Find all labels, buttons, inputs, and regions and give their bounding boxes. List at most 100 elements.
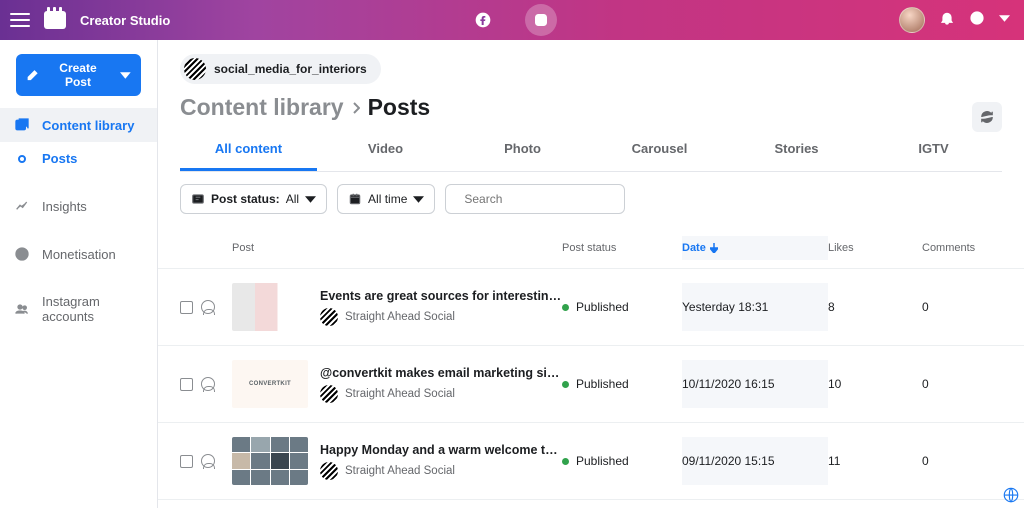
table-row[interactable]: Happy Monday and a warm welcome to all n… (158, 422, 1024, 499)
comments-cell: 0 (922, 300, 1012, 314)
monetisation-icon (14, 246, 30, 262)
post-thumbnail (232, 437, 308, 485)
tab-all-content[interactable]: All content (180, 131, 317, 171)
page-avatar (320, 308, 338, 326)
tab-stories[interactable]: Stories (728, 131, 865, 171)
post-status-filter[interactable]: Post status: All (180, 184, 327, 214)
tab-video[interactable]: Video (317, 131, 454, 171)
sidebar-item-insights[interactable]: Insights (0, 189, 157, 223)
search-box[interactable] (445, 184, 625, 214)
create-post-button[interactable]: Create Post (16, 54, 141, 96)
page-name: Straight Ahead Social (345, 388, 455, 400)
create-post-label: Create Post (46, 61, 111, 89)
facebook-icon[interactable] (467, 4, 499, 36)
account-handle: social_media_for_interiors (214, 62, 367, 76)
status-dot (562, 458, 569, 465)
sidebar-item-label: Insights (42, 199, 87, 214)
table-row[interactable]: Happy Moodboard Friday!… Straight Ahead … (158, 499, 1024, 508)
page-avatar (320, 462, 338, 480)
content-tabs: All content Video Photo Carousel Stories… (180, 131, 1002, 172)
creator-studio-logo (44, 11, 66, 29)
sort-desc-icon (710, 243, 718, 253)
sidebar-item-label: Instagram accounts (42, 294, 143, 324)
sidebar-item-monetisation[interactable]: Monetisation (0, 237, 157, 271)
account-avatar (184, 58, 206, 80)
globe-icon[interactable] (1002, 486, 1020, 504)
account-chip[interactable]: social_media_for_interiors (180, 54, 381, 84)
help-icon[interactable] (969, 10, 985, 31)
account-menu-caret[interactable] (999, 11, 1010, 29)
status-text: Published (576, 300, 629, 314)
notifications-icon[interactable] (939, 10, 955, 31)
search-input[interactable] (464, 192, 619, 206)
calendar-icon (348, 192, 362, 206)
main-content: social_media_for_interiors Content libra… (158, 40, 1024, 508)
sidebar-item-content-library[interactable]: Content library (0, 108, 157, 142)
library-icon (14, 117, 30, 133)
top-bar: Creator Studio (0, 0, 1024, 40)
col-post: Post (232, 242, 562, 254)
accounts-icon (14, 301, 30, 317)
page-name: Straight Ahead Social (345, 465, 455, 477)
status-text: Published (576, 377, 629, 391)
sidebar: Create Post Content library Posts Insigh… (0, 40, 158, 508)
status-text: Published (576, 454, 629, 468)
post-thumbnail (232, 283, 308, 331)
status-dot (562, 381, 569, 388)
tab-photo[interactable]: Photo (454, 131, 591, 171)
page-avatar (320, 385, 338, 403)
post-title: Happy Monday and a warm welcome to all n… (320, 443, 562, 457)
breadcrumb: Content library Posts (180, 94, 1002, 121)
filter-icon (191, 192, 205, 206)
insights-icon (14, 198, 30, 214)
caret-down-icon (413, 194, 424, 205)
page-name: Straight Ahead Social (345, 311, 455, 323)
breadcrumb-current: Posts (368, 94, 431, 121)
comments-cell: 0 (922, 454, 1012, 468)
chevron-right-icon (352, 102, 360, 114)
date-cell: Yesterday 18:31 (682, 283, 828, 331)
breadcrumb-parent[interactable]: Content library (180, 94, 344, 121)
caret-down-icon (305, 194, 316, 205)
app-title: Creator Studio (80, 13, 170, 28)
col-status: Post status (562, 242, 682, 254)
post-title: Events are great sources for interesting… (320, 289, 562, 303)
row-checkbox[interactable] (180, 378, 193, 391)
instagram-icon[interactable] (525, 4, 557, 36)
status-dot (562, 304, 569, 311)
sidebar-item-instagram-accounts[interactable]: Instagram accounts (0, 285, 157, 333)
sidebar-item-label: Monetisation (42, 247, 116, 262)
row-checkbox[interactable] (180, 455, 193, 468)
row-checkbox[interactable] (180, 301, 193, 314)
post-status-value: All (286, 192, 299, 206)
likes-cell: 8 (828, 300, 922, 314)
table-row[interactable]: @convertkit makes email marketing simple… (158, 345, 1024, 422)
avatar[interactable] (899, 7, 925, 33)
sidebar-item-label: Posts (42, 151, 77, 166)
sidebar-item-label: Content library (42, 118, 134, 133)
table-row[interactable]: Events are great sources for interesting… (158, 268, 1024, 345)
col-comments: Comments (922, 242, 1012, 254)
likes-cell: 10 (828, 377, 922, 391)
comments-cell: 0 (922, 377, 1012, 391)
refresh-button[interactable] (972, 102, 1002, 132)
table-header: Post Post status Date Likes Comments (158, 226, 1024, 268)
sidebar-item-posts[interactable]: Posts (0, 142, 157, 175)
time-filter-label: All time (368, 192, 407, 206)
time-filter[interactable]: All time (337, 184, 435, 214)
date-cell: 09/11/2020 15:15 (682, 437, 828, 485)
post-type-icon (201, 377, 215, 391)
col-likes: Likes (828, 242, 922, 254)
post-title: @convertkit makes email marketing simple… (320, 366, 562, 380)
tab-igtv[interactable]: IGTV (865, 131, 1002, 171)
tab-carousel[interactable]: Carousel (591, 131, 728, 171)
menu-icon[interactable] (10, 13, 30, 27)
col-date[interactable]: Date (682, 236, 828, 260)
post-status-label: Post status: (211, 192, 280, 206)
post-type-icon (201, 300, 215, 314)
post-thumbnail (232, 360, 308, 408)
filter-bar: Post status: All All time (180, 184, 1002, 214)
date-cell: 10/11/2020 16:15 (682, 360, 828, 408)
bullet-icon (14, 155, 30, 163)
post-type-icon (201, 454, 215, 468)
